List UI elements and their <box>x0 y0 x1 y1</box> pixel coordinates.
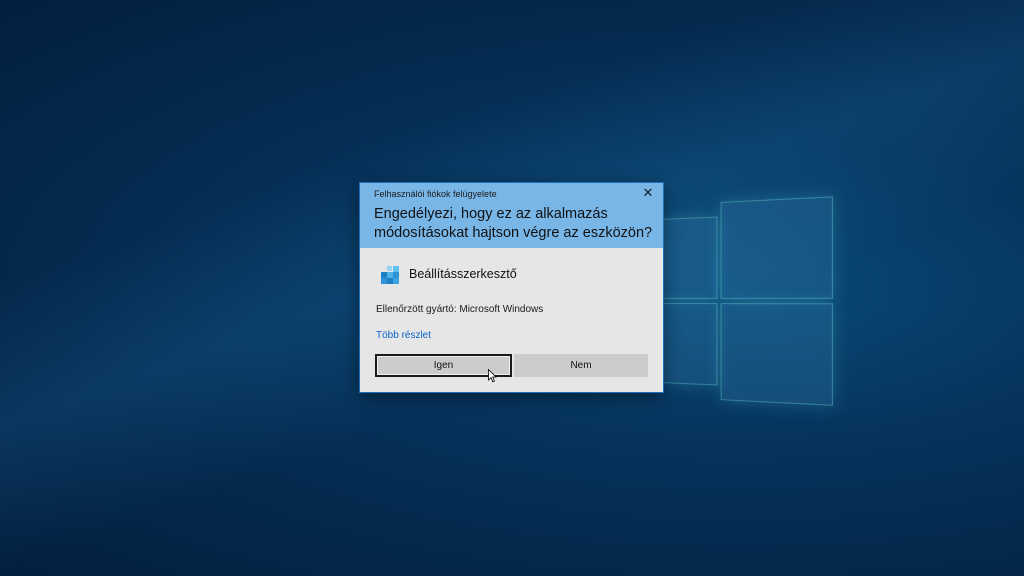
app-name: Beállításszerkesztő <box>409 267 517 281</box>
close-icon[interactable]: ✕ <box>641 186 655 200</box>
more-details-link[interactable]: Több részlet <box>376 330 431 341</box>
desktop-background: Felhasználói fiókok felügyelete ✕ Engedé… <box>0 0 1024 576</box>
logo-pane-top-right <box>720 196 834 299</box>
dialog-title: Felhasználói fiókok felügyelete <box>374 189 497 199</box>
uac-dialog: Felhasználói fiókok felügyelete ✕ Engedé… <box>360 183 663 392</box>
no-button[interactable]: Nem <box>514 354 648 377</box>
windows-logo <box>660 196 834 406</box>
app-info: Beállításszerkesztő <box>379 263 517 285</box>
logo-pane-top-left <box>660 216 718 299</box>
uac-header: Felhasználói fiókok felügyelete ✕ Engedé… <box>360 183 663 248</box>
logo-pane-bottom-left <box>660 303 718 386</box>
mouse-cursor-icon <box>488 369 497 383</box>
registry-editor-icon <box>381 266 399 284</box>
uac-question: Engedélyezi, hogy ez az alkalmazás módos… <box>374 206 653 241</box>
logo-pane-bottom-right <box>720 303 834 406</box>
publisher-text: Ellenőrzött gyártó: Microsoft Windows <box>376 304 544 315</box>
